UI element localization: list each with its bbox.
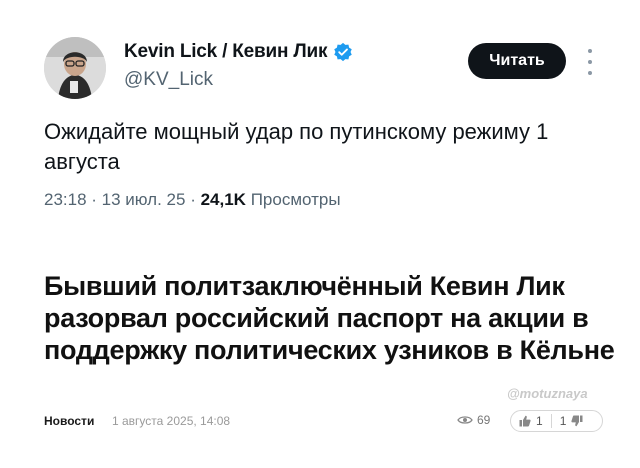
article-views-count: 69	[477, 413, 491, 427]
dislike-button[interactable]: 1	[552, 411, 597, 431]
verified-badge-icon	[334, 42, 353, 62]
eye-icon	[457, 416, 473, 424]
thumbs-down-icon	[571, 415, 583, 427]
article-headline[interactable]: Бывший политзаключённый Кевин Лик разорв…	[44, 270, 619, 366]
article-date: 1 августа 2025, 14:08	[112, 414, 231, 428]
thumbs-up-icon	[519, 415, 531, 427]
author-avatar[interactable]	[44, 37, 106, 99]
meta-dot: ·	[91, 190, 102, 209]
like-button[interactable]: 1	[511, 411, 551, 431]
reactions-widget: 1 1	[510, 410, 603, 432]
tweet-views-label: Просмотры	[250, 190, 341, 209]
tweet-text: Ожидайте мощный удар по путинскому режим…	[44, 119, 549, 174]
likes-count: 1	[536, 414, 543, 428]
tweet-time[interactable]: 23:18	[44, 190, 87, 209]
article-footer: Новости 1 августа 2025, 14:08 69 1 1	[44, 410, 604, 433]
avatar-photo	[44, 37, 106, 99]
dislikes-count: 1	[559, 414, 567, 428]
tweet-meta: 23:18 · 13 июл. 25 · 24,1K Просмотры	[44, 190, 341, 210]
author-name-text: Kevin Lick / Кевин Лик	[124, 41, 328, 62]
article-category-link[interactable]: Новости	[44, 414, 94, 428]
author-handle[interactable]: @KV_Lick	[124, 69, 213, 91]
more-options-icon[interactable]	[585, 49, 595, 75]
article-views: 69	[457, 413, 490, 427]
tweet-views-count: 24,1K	[200, 190, 246, 209]
tweet-date[interactable]: 13 июл. 25	[102, 190, 186, 209]
author-name[interactable]: Kevin Lick / Кевин Лик	[124, 41, 353, 63]
follow-button[interactable]: Читать	[468, 43, 566, 79]
watermark: @motuznaya	[507, 386, 588, 401]
meta-dot: ·	[190, 190, 201, 209]
